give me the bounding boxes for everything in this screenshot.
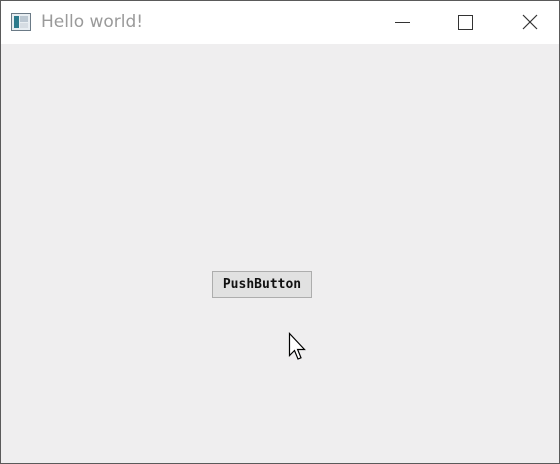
app-icon[interactable] <box>11 13 31 31</box>
minimize-button[interactable] <box>370 1 434 44</box>
title-bar[interactable]: Hello world! <box>1 1 559 44</box>
maximize-icon <box>458 15 473 30</box>
app-window: Hello world! PushButton <box>0 0 560 464</box>
close-icon <box>522 14 538 30</box>
window-title: Hello world! <box>41 12 144 32</box>
maximize-button[interactable] <box>433 1 497 44</box>
mouse-pointer-icon <box>288 331 308 362</box>
push-button[interactable]: PushButton <box>212 271 312 298</box>
minimize-icon <box>395 22 410 23</box>
close-button[interactable] <box>497 1 559 44</box>
window-client-area: PushButton <box>1 44 559 463</box>
